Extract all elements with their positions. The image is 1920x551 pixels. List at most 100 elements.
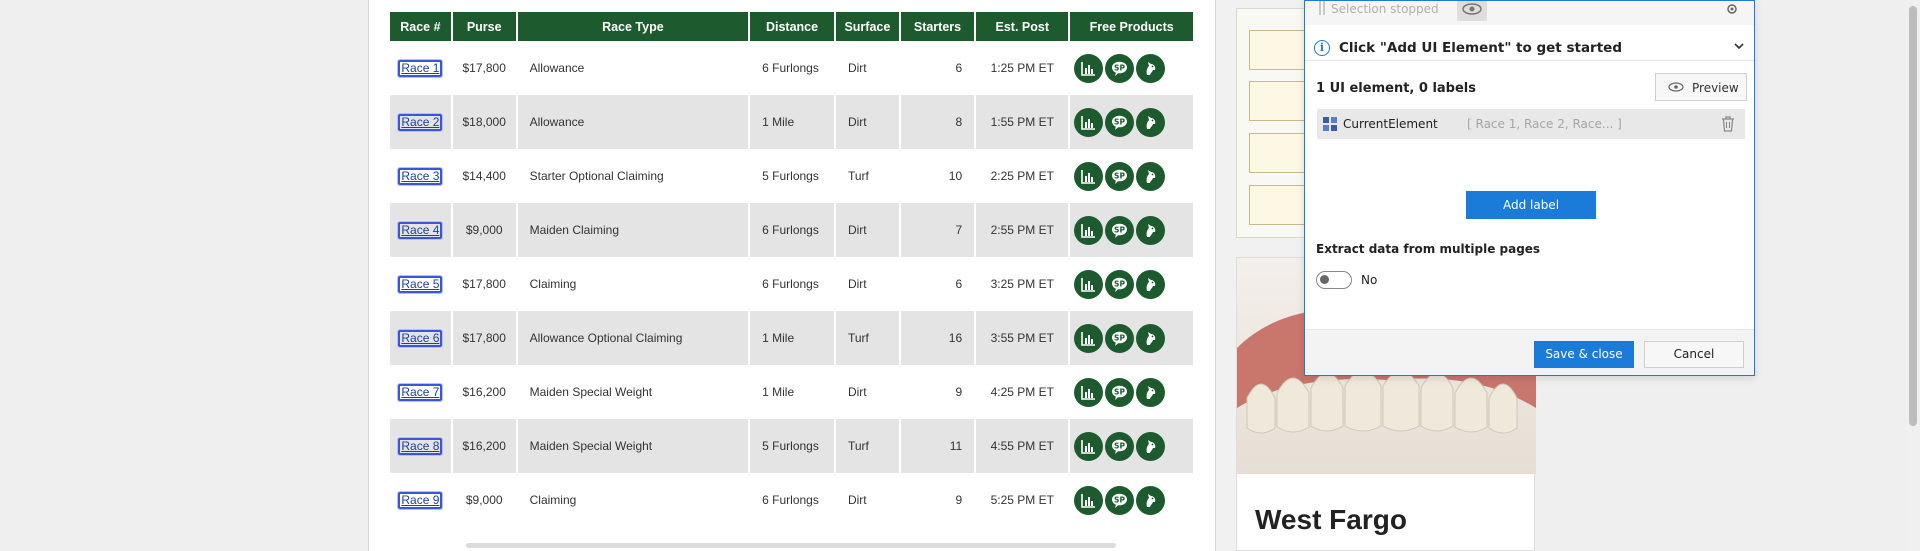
speech-bubble-icon[interactable]: SP — [1105, 431, 1135, 461]
table-row: Race 3 $14,400 Starter Optional Claiming 5 … — [390, 149, 1193, 203]
svg-text:SP: SP — [1114, 279, 1125, 288]
distance-cell: 5 Furlongs — [750, 149, 834, 203]
horse-head-icon[interactable] — [1136, 431, 1166, 461]
speech-bubble-icon[interactable]: SP — [1105, 323, 1135, 353]
bar-chart-icon[interactable] — [1074, 161, 1104, 191]
horse-head-icon[interactable] — [1136, 377, 1166, 407]
race-link[interactable]: Race 6 — [398, 329, 443, 347]
data-extraction-dialog: Selection stopped i Click "Add UI Elemen… — [1304, 0, 1755, 376]
starters-cell: 6 — [900, 257, 975, 311]
multi-page-toggle[interactable] — [1316, 271, 1352, 289]
speech-bubble-icon[interactable]: SP — [1105, 485, 1135, 515]
dialog-footer: Save & close Cancel — [1305, 329, 1754, 375]
horse-head-icon[interactable] — [1136, 485, 1166, 515]
column-header-purse: Purse — [452, 12, 516, 41]
pause-icon — [1319, 1, 1325, 15]
surface-cell: Dirt — [835, 257, 899, 311]
free-products-cell: SP — [1070, 257, 1193, 311]
speech-bubble-icon[interactable]: SP — [1105, 215, 1135, 245]
speech-bubble-icon[interactable]: SP — [1105, 269, 1135, 299]
table-header-row: Race # Purse Race Type Distance Surface Start… — [390, 12, 1193, 41]
purse-cell: $9,000 — [452, 203, 516, 257]
speech-bubble-icon[interactable]: SP — [1105, 53, 1135, 83]
speech-bubble-icon[interactable]: SP — [1105, 377, 1135, 407]
speech-bubble-icon[interactable]: SP — [1105, 161, 1135, 191]
free-products-cell: SP — [1070, 41, 1193, 95]
info-text: Click "Add UI Element" to get started — [1339, 40, 1622, 56]
eye-icon[interactable] — [1457, 1, 1487, 21]
distance-cell: 6 Furlongs — [750, 203, 834, 257]
column-header-est-post: Est. Post — [976, 12, 1069, 41]
horse-head-icon[interactable] — [1136, 323, 1166, 353]
race-link[interactable]: Race 2 — [398, 113, 443, 131]
race-link[interactable]: Race 4 — [398, 221, 443, 239]
horizontal-scrollbar[interactable] — [466, 543, 1116, 548]
gear-icon[interactable] — [1723, 1, 1743, 21]
column-header-free-products: Free Products — [1070, 12, 1193, 41]
horse-head-icon[interactable] — [1136, 215, 1166, 245]
horse-head-icon[interactable] — [1136, 107, 1166, 137]
purse-cell: $16,200 — [452, 365, 516, 419]
svg-text:SP: SP — [1114, 441, 1125, 450]
race-link[interactable]: Race 8 — [398, 437, 443, 455]
bar-chart-icon[interactable] — [1074, 323, 1104, 353]
info-icon: i — [1314, 40, 1330, 56]
dialog-toolbar: Selection stopped — [1305, 1, 1754, 25]
distance-cell: 6 Furlongs — [750, 257, 834, 311]
race-number-cell: Race 4 — [390, 203, 451, 257]
race-number-cell: Race 5 — [390, 257, 451, 311]
bar-chart-icon[interactable] — [1074, 53, 1104, 83]
trash-icon[interactable] — [1721, 116, 1735, 132]
table-row: Race 9 $9,000 Claiming 6 Furlongs Dirt 9 5:25 … — [390, 473, 1193, 527]
est-post-cell: 3:25 PM ET — [976, 257, 1069, 311]
bar-chart-icon[interactable] — [1074, 269, 1104, 299]
race-link[interactable]: Race 9 — [398, 491, 443, 509]
starters-cell: 16 — [900, 311, 975, 365]
ui-element-row[interactable]: CurrentElement [ Race 1, Race 2, Race...… — [1317, 109, 1745, 139]
table-row: Race 7 $16,200 Maiden Special Weight 1 Mile… — [390, 365, 1193, 419]
speech-bubble-icon[interactable]: SP — [1105, 107, 1135, 137]
selection-status: Selection stopped — [1319, 1, 1439, 16]
race-link[interactable]: Race 1 — [398, 59, 443, 77]
free-products-cell: SP — [1070, 95, 1193, 149]
race-link[interactable]: Race 7 — [398, 383, 443, 401]
distance-cell: 5 Furlongs — [750, 419, 834, 473]
bar-chart-icon[interactable] — [1074, 215, 1104, 245]
bar-chart-icon[interactable] — [1074, 485, 1104, 515]
horse-head-icon[interactable] — [1136, 53, 1166, 83]
distance-cell: 1 Mile — [750, 365, 834, 419]
race-type-cell: Maiden Claiming — [517, 203, 749, 257]
race-type-cell: Starter Optional Claiming — [517, 149, 749, 203]
est-post-cell: 4:25 PM ET — [976, 365, 1069, 419]
chevron-down-icon[interactable] — [1733, 40, 1745, 52]
horse-head-icon[interactable] — [1136, 161, 1166, 191]
purse-cell: $18,000 — [452, 95, 516, 149]
bar-chart-icon[interactable] — [1074, 431, 1104, 461]
table-row: Race 8 $16,200 Maiden Special Weight 5 Furl… — [390, 419, 1193, 473]
surface-cell: Dirt — [835, 203, 899, 257]
race-link[interactable]: Race 5 — [398, 275, 443, 293]
column-header-race-type: Race Type — [517, 12, 749, 41]
surface-cell: Turf — [835, 311, 899, 365]
free-products-cell: SP — [1070, 203, 1193, 257]
purse-cell: $17,800 — [452, 311, 516, 365]
svg-text:SP: SP — [1114, 225, 1125, 234]
horse-head-icon[interactable] — [1136, 269, 1166, 299]
preview-button[interactable]: Preview — [1655, 73, 1747, 101]
save-close-button[interactable]: Save & close — [1534, 341, 1634, 368]
est-post-cell: 1:25 PM ET — [976, 41, 1069, 95]
surface-cell: Turf — [835, 149, 899, 203]
add-label-button[interactable]: Add label — [1466, 191, 1596, 219]
purse-cell: $14,400 — [452, 149, 516, 203]
toggle-knob — [1320, 275, 1329, 284]
vertical-scrollbar-thumb[interactable] — [1909, 6, 1917, 426]
race-link[interactable]: Race 3 — [398, 167, 443, 185]
preview-label: Preview — [1692, 81, 1739, 95]
table-body: Race 1 $17,800 Allowance 6 Furlongs Dirt 6 1:2… — [390, 41, 1193, 527]
race-number-cell: Race 8 — [390, 419, 451, 473]
bar-chart-icon[interactable] — [1074, 107, 1104, 137]
bar-chart-icon[interactable] — [1074, 377, 1104, 407]
cancel-button[interactable]: Cancel — [1644, 341, 1744, 368]
distance-cell: 1 Mile — [750, 311, 834, 365]
info-bar[interactable]: i Click "Add UI Element" to get started — [1305, 35, 1754, 61]
